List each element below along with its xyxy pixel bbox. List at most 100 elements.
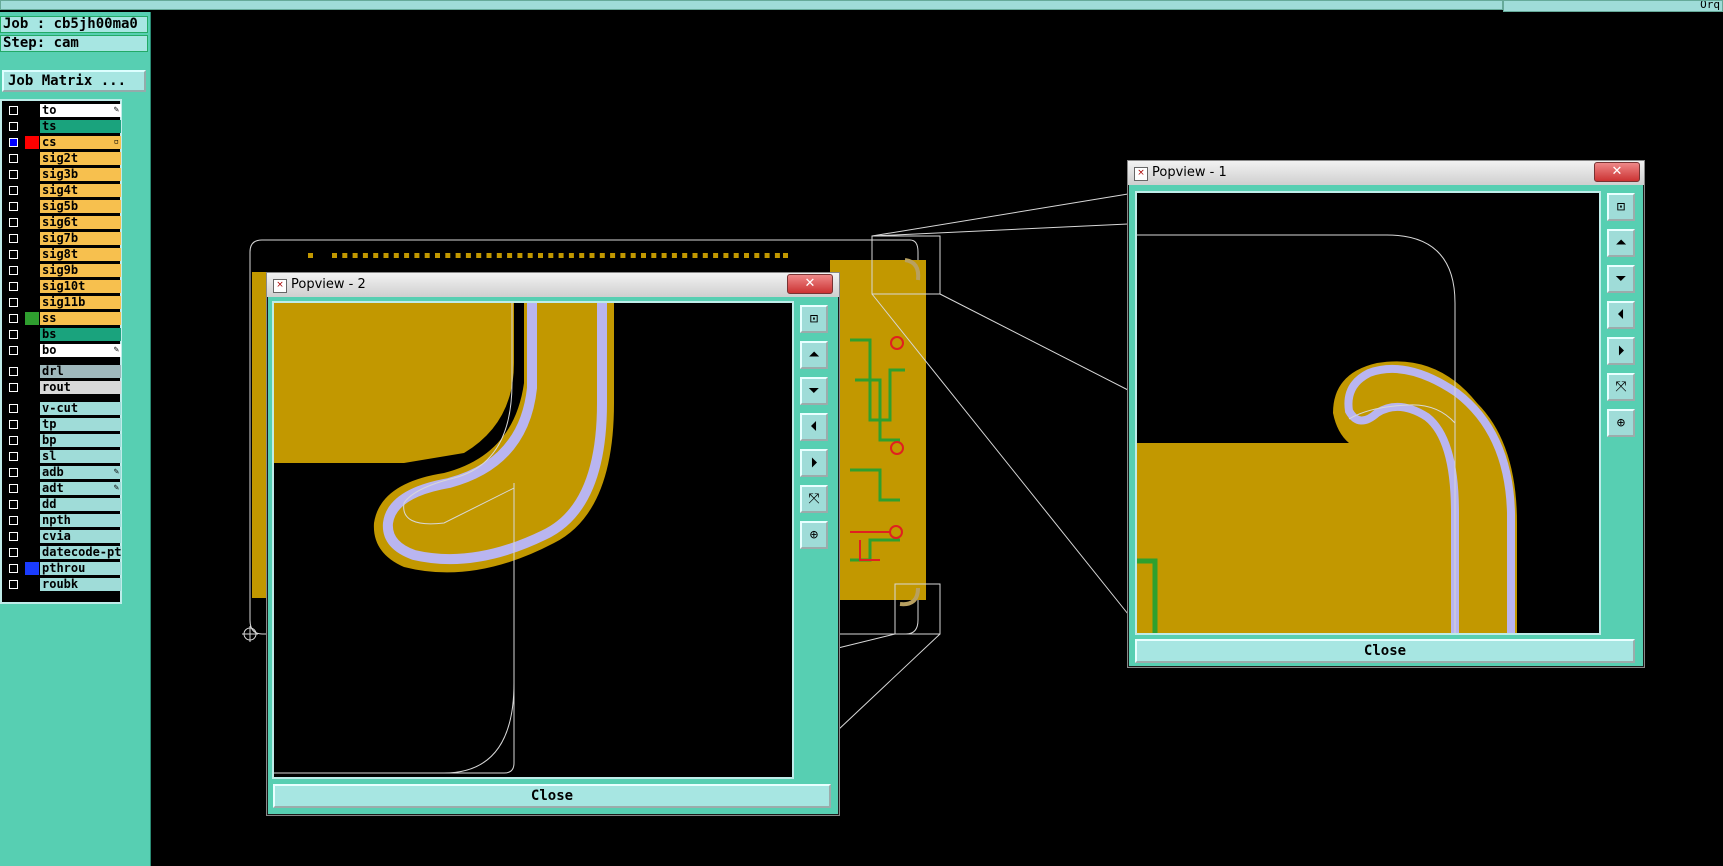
layer-row-npth[interactable]: npth [4,513,121,528]
zoom-reset-icon[interactable]: ⊕ [800,521,828,549]
layer-color-swatch[interactable] [25,498,39,511]
layer-name[interactable]: sig2t [40,152,121,165]
layer-list-scroll-area[interactable] [122,99,148,604]
layer-checkbox[interactable] [9,298,18,307]
layer-row-sig6t[interactable]: sig6t [4,215,121,230]
popview-1-close-x-button[interactable]: ✕ [1594,162,1640,182]
layer-name[interactable]: cvia [40,530,121,543]
layer-checkbox[interactable] [9,564,18,573]
layer-row-sig10t[interactable]: sig10t [4,279,121,294]
layer-name[interactable]: sig10t [40,280,121,293]
layer-checkbox[interactable] [9,330,18,339]
layer-color-swatch[interactable] [25,184,39,197]
layer-name[interactable]: dd [40,498,121,511]
layer-checkbox[interactable] [9,436,18,445]
layer-name[interactable]: drl [40,365,121,378]
layer-row-bo[interactable]: bo ✎ [4,343,121,358]
pan-left-icon[interactable]: ⏴ [1607,301,1635,329]
job-matrix-button[interactable]: Job Matrix ... [2,70,146,92]
layer-color-swatch[interactable] [25,296,39,309]
layer-color-swatch[interactable] [25,562,39,575]
layer-row-sig8t[interactable]: sig8t [4,247,121,262]
layer-row-dd[interactable]: dd [4,497,121,512]
layer-row-pthrou[interactable]: pthrou [4,561,121,576]
layer-color-swatch[interactable] [25,120,39,133]
layer-color-swatch[interactable] [25,365,39,378]
layer-name[interactable]: v-cut [40,402,121,415]
popview-2-titlebar[interactable]: × Popview - 2 [267,273,839,297]
layer-checkbox[interactable] [9,186,18,195]
layer-name[interactable]: adt ✎ [40,482,121,495]
layer-color-swatch[interactable] [25,450,39,463]
layer-row-adt[interactable]: adt ✎ [4,481,121,496]
layer-color-swatch[interactable] [25,232,39,245]
layer-checkbox[interactable] [9,580,18,589]
pan-left-icon[interactable]: ⏴ [800,413,828,441]
layer-checkbox[interactable] [9,250,18,259]
zoom-home-icon[interactable]: ⊡ [1607,193,1635,221]
layer-checkbox[interactable] [9,282,18,291]
layer-name[interactable]: sig11b [40,296,121,309]
layer-name[interactable]: sig6t [40,216,121,229]
layer-row-ts[interactable]: ts [4,119,121,134]
popview-2-canvas[interactable] [272,301,794,779]
layer-row-rout[interactable]: rout [4,380,121,395]
layer-checkbox[interactable] [9,367,18,376]
layer-name[interactable]: adb ✎ [40,466,121,479]
layer-color-swatch[interactable] [25,514,39,527]
layer-color-swatch[interactable] [25,152,39,165]
layer-color-swatch[interactable] [25,104,39,117]
popview-1-titlebar[interactable]: × Popview - 1 [1128,161,1644,185]
layer-checkbox[interactable] [9,154,18,163]
layer-checkbox[interactable] [9,404,18,413]
popview-2-close-button[interactable]: Close [273,784,831,808]
layer-color-swatch[interactable] [25,312,39,325]
layer-name[interactable]: datecode-pte [40,546,121,559]
layer-checkbox[interactable] [9,484,18,493]
zoom-fit-icon[interactable]: ⤧ [800,485,828,513]
layer-color-swatch[interactable] [25,530,39,543]
layer-row-sig2t[interactable]: sig2t [4,151,121,166]
layer-row-cs[interactable]: cs ▫ [4,135,121,150]
pan-right-icon[interactable]: ⏵ [1607,337,1635,365]
layer-name[interactable]: npth [40,514,121,527]
layer-checkbox[interactable] [9,138,18,147]
layer-row-sig5b[interactable]: sig5b [4,199,121,214]
layer-name[interactable]: rout [40,381,121,394]
layer-checkbox[interactable] [9,218,18,227]
zoom-reset-icon[interactable]: ⊕ [1607,409,1635,437]
layer-checkbox[interactable] [9,452,18,461]
pan-down-icon[interactable]: ⏷ [800,377,828,405]
layer-color-swatch[interactable] [25,344,39,357]
layer-color-swatch[interactable] [25,200,39,213]
layer-row-v-cut[interactable]: v-cut [4,401,121,416]
layer-name[interactable]: pthrou [40,562,121,575]
layer-row-drl[interactable]: drl [4,364,121,379]
layer-checkbox[interactable] [9,170,18,179]
layer-name[interactable]: sig4t [40,184,121,197]
layer-row-sl[interactable]: sl [4,449,121,464]
layer-row-sig4t[interactable]: sig4t [4,183,121,198]
layer-color-swatch[interactable] [25,546,39,559]
layer-name[interactable]: to ✎ [40,104,121,117]
layer-name[interactable]: sig5b [40,200,121,213]
layer-color-swatch[interactable] [25,280,39,293]
layer-name[interactable]: ts [40,120,121,133]
layer-row-to[interactable]: to ✎ [4,103,121,118]
zoom-fit-icon[interactable]: ⤧ [1607,373,1635,401]
layer-row-tp[interactable]: tp [4,417,121,432]
layer-checkbox[interactable] [9,202,18,211]
layer-name[interactable]: bo ✎ [40,344,121,357]
layer-color-swatch[interactable] [25,136,39,149]
layer-color-swatch[interactable] [25,328,39,341]
layer-checkbox[interactable] [9,383,18,392]
pan-right-icon[interactable]: ⏵ [800,449,828,477]
layer-name[interactable]: cs ▫ [40,136,121,149]
layer-color-swatch[interactable] [25,381,39,394]
layer-row-datecode-pte[interactable]: datecode-pte [4,545,121,560]
layer-name[interactable]: sig8t [40,248,121,261]
layer-name[interactable]: bp [40,434,121,447]
layer-checkbox[interactable] [9,548,18,557]
layer-color-swatch[interactable] [25,434,39,447]
layer-color-swatch[interactable] [25,482,39,495]
